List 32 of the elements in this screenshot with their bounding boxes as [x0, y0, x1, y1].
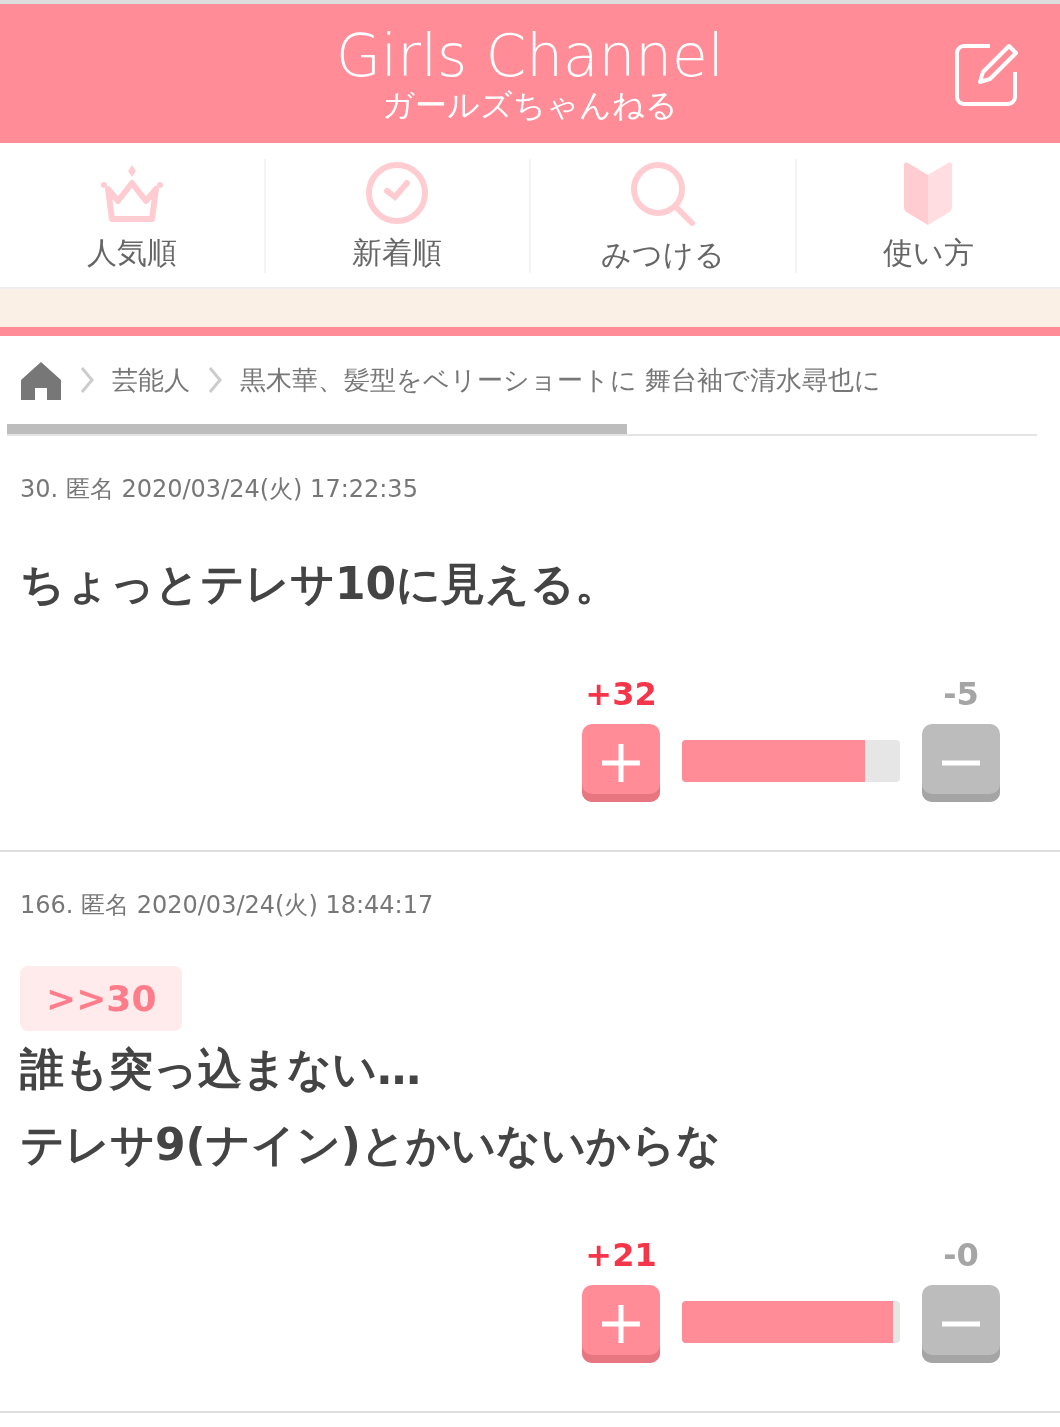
- comment-meta: 166. 匿名 2020/03/24(火) 18:44:17: [20, 890, 435, 921]
- minus-button[interactable]: [922, 1285, 1000, 1363]
- minus-icon: [942, 1321, 980, 1327]
- site-logo-subtitle: ガールズちゃんねる: [382, 86, 678, 123]
- breadcrumb-link[interactable]: 芸能人: [112, 362, 190, 398]
- scrollbar[interactable]: [7, 424, 627, 434]
- nav-tab[interactable]: みつける: [529, 159, 795, 273]
- home-icon[interactable]: [20, 360, 62, 400]
- minus-count: -0: [943, 1235, 979, 1276]
- plus-count: +21: [585, 1235, 657, 1276]
- edit-icon[interactable]: [954, 42, 1020, 108]
- chevron-icon: [80, 366, 94, 394]
- comment-text: ちょっとテレサ10に見える。: [20, 557, 621, 611]
- comment-text: 誰も突っ込まない… テレサ9(ナイン)とかいないからな: [20, 1042, 722, 1172]
- minus-count: -5: [943, 674, 979, 715]
- book-icon: [902, 161, 955, 225]
- clock-icon: [365, 161, 430, 225]
- plus-icon: [602, 744, 640, 782]
- plus-count: +32: [585, 674, 657, 715]
- plus-button[interactable]: [582, 724, 660, 802]
- plus-icon: [602, 1305, 640, 1343]
- crown-icon: [99, 163, 164, 225]
- nav-tab[interactable]: 人気順: [0, 159, 264, 273]
- minus-icon: [942, 760, 980, 766]
- breadcrumb-current: 黒木華、髪型をベリーショートに 舞台袖で清水尋也に: [240, 363, 882, 397]
- nav-tab[interactable]: 新着順: [263, 159, 529, 273]
- search-icon: [629, 161, 696, 227]
- comment-meta: 30. 匿名 2020/03/24(火) 17:22:35: [20, 474, 419, 505]
- nav-tab[interactable]: 使い方: [794, 159, 1060, 273]
- chevron-icon: [208, 366, 222, 394]
- minus-button[interactable]: [922, 724, 1000, 802]
- plus-button[interactable]: [582, 1285, 660, 1363]
